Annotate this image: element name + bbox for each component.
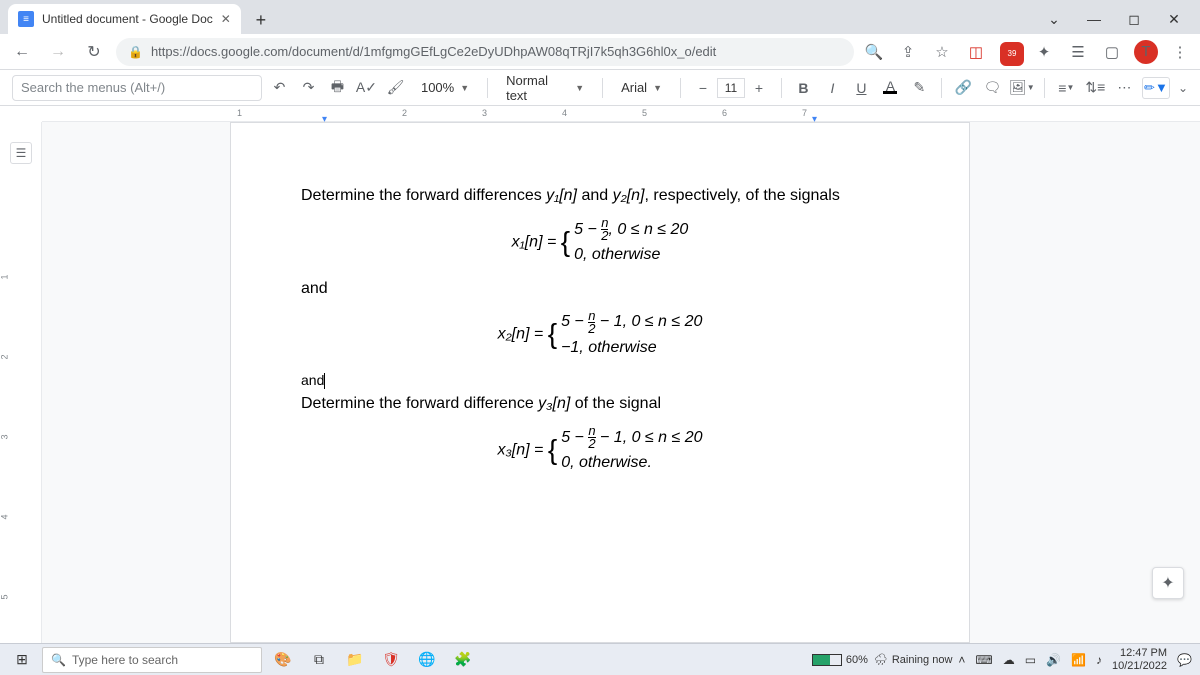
windows-taskbar: ⊞ 🔍 Type here to search 🎨 ⧉ 📁 🛡 🌐 🧩 60% … <box>0 643 1200 675</box>
weather-widget[interactable]: 🌧 Raining now <box>874 653 953 666</box>
battery-indicator[interactable]: 60% <box>812 654 868 666</box>
docs-favicon: ≡ <box>18 11 34 27</box>
file-explorer-icon[interactable]: 📁 <box>340 646 370 674</box>
vertical-ruler[interactable]: 1 2 3 4 5 <box>0 182 12 643</box>
chrome-icon[interactable]: 🌐 <box>412 646 442 674</box>
collapse-toolbar-icon[interactable]: ⌄ <box>1178 81 1188 95</box>
task-view-icon[interactable]: ⧉ <box>304 646 334 674</box>
battery-icon[interactable]: ▭ <box>1025 653 1036 667</box>
comment-icon[interactable]: 🗨 <box>981 76 1004 100</box>
align-icon[interactable]: ≡▼ <box>1055 76 1078 100</box>
editing-mode-button[interactable]: ✏ ▼ <box>1142 77 1170 99</box>
dropdown-icon[interactable]: ⌄ <box>1036 4 1072 34</box>
fontsize-stepper[interactable]: − 11 + <box>691 76 771 100</box>
more-icon[interactable]: ⋯ <box>1113 76 1136 100</box>
security-icon[interactable]: 🛡 <box>376 646 406 674</box>
underline-button[interactable]: U <box>850 76 873 100</box>
equation-x3: x₃[n] = { 5 − n2 − 1, 0 ≤ n ≤ 20 0, othe… <box>301 425 899 476</box>
start-button[interactable]: ⊞ <box>8 646 36 674</box>
weather-icon: 🌧 <box>874 653 888 666</box>
explore-button[interactable]: ✦ <box>1152 567 1184 599</box>
taskbar-search-input[interactable]: 🔍 Type here to search <box>42 647 262 673</box>
ime-icon[interactable]: ♪ <box>1096 653 1102 667</box>
taskbar-app-1[interactable]: 🎨 <box>268 646 298 674</box>
search-icon[interactable]: 🔍 <box>862 40 886 64</box>
puzzle-icon[interactable]: ✦ <box>1032 40 1056 64</box>
decrease-font-icon[interactable]: − <box>691 76 715 100</box>
undo-icon[interactable]: ↶ <box>268 76 291 100</box>
network-icon[interactable]: 📶 <box>1071 653 1086 667</box>
increase-font-icon[interactable]: + <box>747 76 771 100</box>
horizontal-ruler[interactable]: ▾ 1 2 3 4 5 6 7 ▾ <box>42 106 1200 122</box>
new-tab-button[interactable]: + <box>247 6 275 34</box>
reload-button[interactable]: ↻ <box>80 38 108 66</box>
text-and-1: and <box>301 276 899 302</box>
minimize-icon[interactable]: — <box>1076 4 1112 34</box>
equation-x2: x₂[n] = { 5 − n2 − 1, 0 ≤ n ≤ 20 −1, oth… <box>301 309 899 360</box>
system-tray: ˄ ⌨ ☁ ▭ 🔊 📶 ♪ 12:47 PM 10/21/2022 💬 <box>958 647 1192 673</box>
side-panel-icon[interactable]: ▢ <box>1100 40 1124 64</box>
back-button[interactable]: ← <box>8 38 36 66</box>
search-icon: 🔍 <box>51 653 66 667</box>
browser-tab[interactable]: ≡ Untitled document - Google Doc ✕ <box>8 4 241 34</box>
url-text: https://docs.google.com/document/d/1mfgm… <box>151 44 716 59</box>
taskbar-clock[interactable]: 12:47 PM 10/21/2022 <box>1112 647 1167 673</box>
lock-icon: 🔒 <box>128 45 143 59</box>
close-window-icon[interactable]: ✕ <box>1156 4 1192 34</box>
outline-toggle-icon[interactable]: ☰ <box>10 142 32 164</box>
document-content[interactable]: Determine the forward differences y₁[n] … <box>301 183 899 476</box>
print-icon[interactable]: 🖶 <box>326 76 349 100</box>
italic-button[interactable]: I <box>821 76 844 100</box>
zoom-select[interactable]: 100%▼ <box>413 76 477 100</box>
notifications-icon[interactable]: 💬 <box>1177 653 1192 667</box>
volume-icon[interactable]: 🔊 <box>1046 653 1061 667</box>
link-icon[interactable]: 🔗 <box>952 76 975 100</box>
font-select[interactable]: Arial▼ <box>613 76 670 100</box>
browser-tab-strip: ≡ Untitled document - Google Doc ✕ + ⌄ —… <box>0 0 1200 34</box>
keyboard-icon[interactable]: ⌨ <box>975 653 992 667</box>
onedrive-icon[interactable]: ☁ <box>1003 653 1015 667</box>
paint-format-icon[interactable]: 🖌 <box>384 76 407 100</box>
text-cursor <box>324 373 325 389</box>
extension-icon[interactable]: ◫ <box>964 40 988 64</box>
kebab-menu-icon[interactable]: ⋮ <box>1168 40 1192 64</box>
share-icon[interactable]: ⇪ <box>896 40 920 64</box>
equation-x1: x₁[n] = { 5 − n2, 0 ≤ n ≤ 20 0, otherwis… <box>301 217 899 268</box>
image-icon[interactable]: 🖼▼ <box>1010 76 1034 100</box>
close-tab-icon[interactable]: ✕ <box>221 12 231 26</box>
bold-button[interactable]: B <box>792 76 815 100</box>
profile-avatar[interactable]: T <box>1134 40 1158 64</box>
line-spacing-icon[interactable]: ⇅≡ <box>1084 76 1107 100</box>
forward-button[interactable]: → <box>44 38 72 66</box>
reading-list-icon[interactable]: ☰ <box>1066 40 1090 64</box>
document-viewport: ☰ 1 2 3 4 5 Determine the forward differ… <box>0 122 1200 643</box>
highlight-button[interactable]: ✎ <box>908 76 931 100</box>
address-bar: ← → ↻ 🔒 https://docs.google.com/document… <box>0 34 1200 70</box>
tray-chevron-icon[interactable]: ˄ <box>958 653 965 667</box>
window-controls: ⌄ — ◻ ✕ <box>1036 4 1192 34</box>
docs-toolbar: Search the menus (Alt+/) ↶ ↷ 🖶 A✓ 🖌 100%… <box>0 70 1200 106</box>
maximize-icon[interactable]: ◻ <box>1116 4 1152 34</box>
search-menus-input[interactable]: Search the menus (Alt+/) <box>12 75 262 101</box>
redo-icon[interactable]: ↷ <box>297 76 320 100</box>
spellcheck-icon[interactable]: A✓ <box>355 76 378 100</box>
app-icon[interactable]: 🧩 <box>448 646 478 674</box>
style-select[interactable]: Normal text▼ <box>498 76 592 100</box>
star-icon[interactable]: ☆ <box>930 40 954 64</box>
extension-badge-icon[interactable]: 🛍39 <box>998 40 1022 64</box>
url-input[interactable]: 🔒 https://docs.google.com/document/d/1mf… <box>116 38 854 66</box>
tab-title: Untitled document - Google Doc <box>42 12 213 26</box>
left-gutter: ☰ 1 2 3 4 5 <box>0 122 42 643</box>
text-color-button[interactable]: A <box>879 76 902 100</box>
document-page[interactable]: Determine the forward differences y₁[n] … <box>230 122 970 643</box>
